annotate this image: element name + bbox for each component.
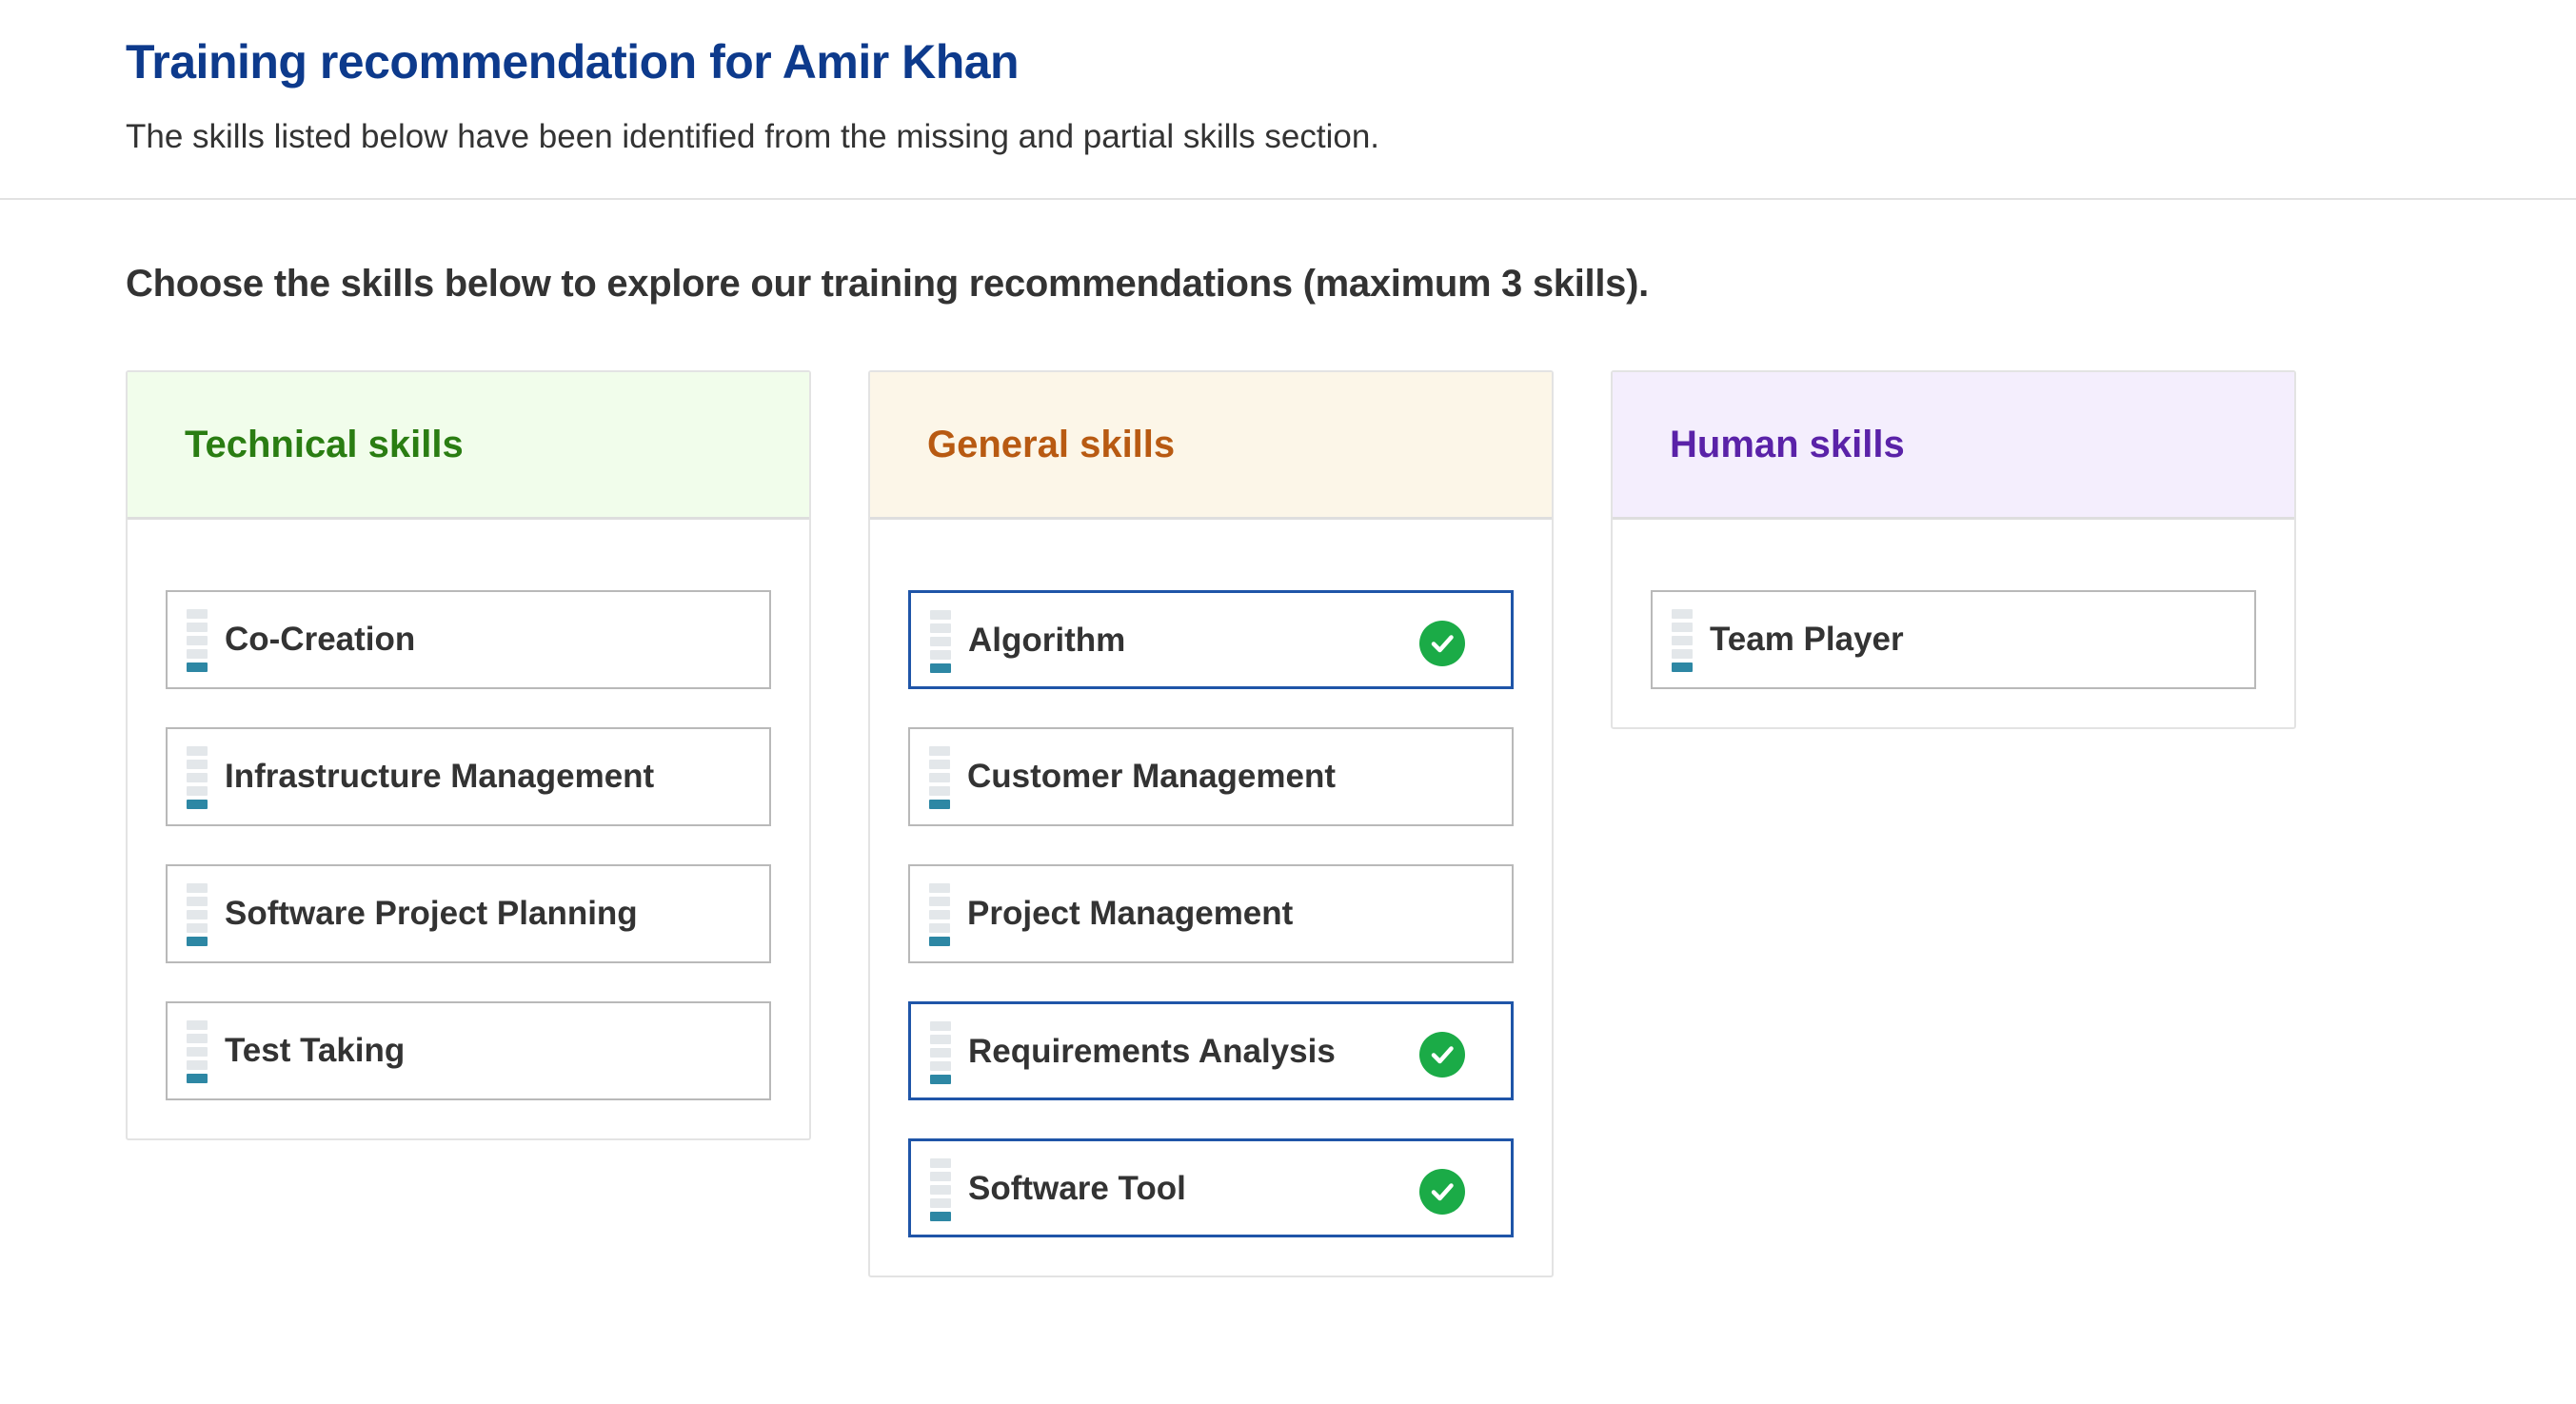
check-circle-icon (1419, 621, 1465, 666)
skill-infrastructure-management[interactable]: Infrastructure Management (166, 727, 771, 826)
skill-level-icon (930, 1021, 951, 1084)
skill-level-icon (930, 1158, 951, 1221)
skill-software-tool[interactable]: Software Tool (908, 1138, 1514, 1237)
check-circle-icon (1419, 1169, 1465, 1215)
technical-skills-title: Technical skills (185, 423, 464, 465)
general-skills-header: General skills (870, 372, 1552, 520)
page-header: Training recommendation for Amir Khan Th… (0, 0, 2576, 200)
human-skills-title: Human skills (1670, 423, 1905, 465)
skill-team-player[interactable]: Team Player (1651, 590, 2256, 689)
skill-level-icon (187, 609, 208, 672)
technical-skills-list: Co-Creation Infrastructure Management So… (128, 520, 809, 1100)
skill-co-creation[interactable]: Co-Creation (166, 590, 771, 689)
skill-level-icon (929, 746, 950, 809)
skill-label: Project Management (967, 895, 1294, 932)
technical-skills-panel: Technical skills Co-Creation Infrastruct… (126, 370, 811, 1140)
check-circle-icon (1419, 1032, 1465, 1078)
skill-requirements-analysis[interactable]: Requirements Analysis (908, 1001, 1514, 1100)
skill-level-icon (187, 746, 208, 809)
skill-level-icon (930, 610, 951, 673)
skill-label: Test Taking (225, 1032, 406, 1069)
skill-label: Infrastructure Management (225, 758, 655, 795)
human-skills-list: Team Player (1613, 520, 2294, 689)
skill-algorithm[interactable]: Algorithm (908, 590, 1514, 689)
skill-label: Team Player (1710, 621, 1904, 658)
general-skills-list: Algorithm Customer Management Project Ma… (870, 520, 1552, 1237)
page-subtitle: The skills listed below have been identi… (126, 118, 1380, 155)
technical-skills-header: Technical skills (128, 372, 809, 520)
general-skills-panel: General skills Algorithm Customer Manage… (868, 370, 1554, 1277)
human-skills-header: Human skills (1613, 372, 2294, 520)
skill-label: Customer Management (967, 758, 1337, 795)
skill-level-icon (929, 883, 950, 946)
skill-test-taking[interactable]: Test Taking (166, 1001, 771, 1100)
skill-label: Co-Creation (225, 621, 416, 658)
skill-label: Software Project Planning (225, 895, 638, 932)
skill-label: Requirements Analysis (968, 1033, 1336, 1070)
skill-customer-management[interactable]: Customer Management (908, 727, 1514, 826)
skill-label: Algorithm (968, 622, 1126, 659)
skill-label: Software Tool (968, 1170, 1186, 1207)
skill-level-icon (187, 1020, 208, 1083)
page-title: Training recommendation for Amir Khan (126, 35, 1020, 89)
skill-level-icon (187, 883, 208, 946)
general-skills-title: General skills (927, 423, 1176, 465)
instruction-text: Choose the skills below to explore our t… (126, 263, 1649, 305)
skill-software-project-planning[interactable]: Software Project Planning (166, 864, 771, 963)
skill-level-icon (1672, 609, 1693, 672)
skill-project-management[interactable]: Project Management (908, 864, 1514, 963)
human-skills-panel: Human skills Team Player (1611, 370, 2296, 729)
